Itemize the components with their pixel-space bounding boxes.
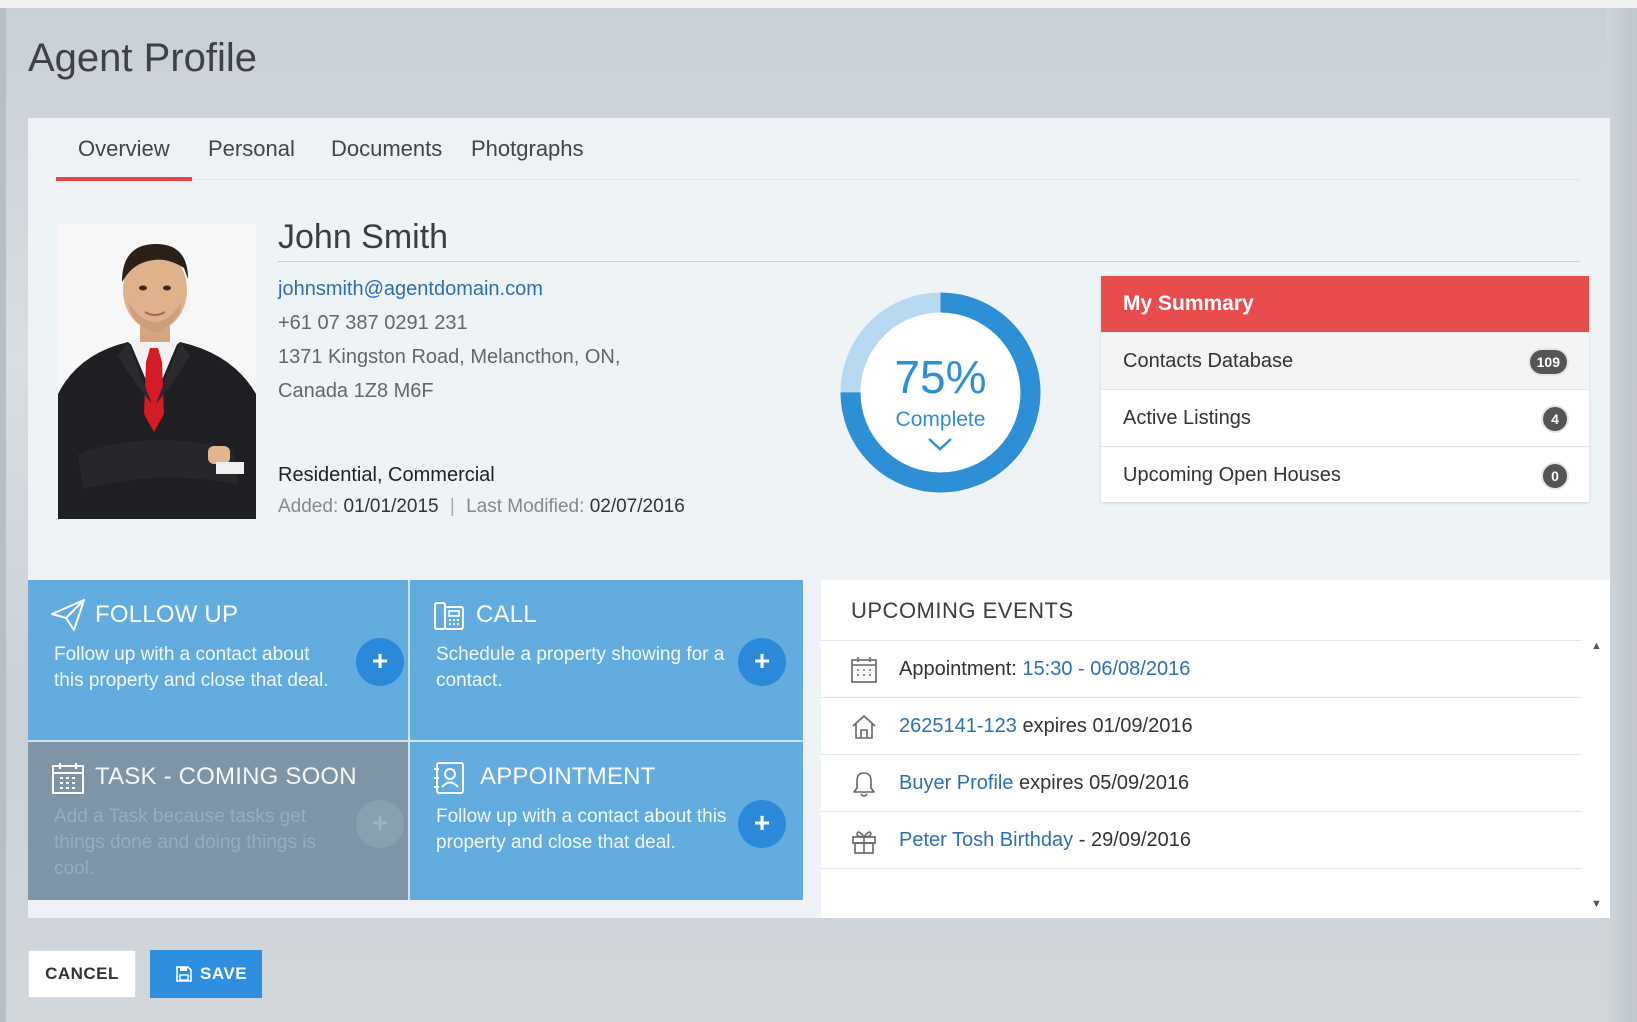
background-strip — [0, 0, 1637, 8]
summary-row-open-houses[interactable]: Upcoming Open Houses 0 — [1101, 446, 1589, 503]
count-badge: 0 — [1543, 464, 1567, 488]
agent-address-line2: Canada 1Z8 M6F — [278, 380, 434, 402]
add-call-button[interactable]: + — [738, 638, 786, 686]
contact-card-icon — [434, 762, 464, 794]
events-list: Appointment: 15:30 - 06/08/2016 2625141-… — [821, 640, 1581, 869]
task-tile: TASK - COMING SOON Add a Task because ta… — [28, 740, 423, 900]
floppy-disk-icon — [176, 966, 192, 982]
event-suffix: expires 01/09/2016 — [1016, 715, 1193, 737]
tab-documents[interactable]: Documents — [331, 132, 442, 180]
agent-address-line1: 1371 Kingston Road, Melancthon, ON, — [278, 346, 621, 368]
add-task-button-disabled: + — [356, 800, 404, 848]
phone-icon — [434, 602, 464, 630]
background-edge-right — [1607, 8, 1637, 1022]
count-badge: 109 — [1529, 350, 1567, 374]
event-link[interactable]: Peter Tosh Birthday — [899, 829, 1073, 851]
paper-plane-icon — [51, 599, 85, 631]
modified-value: 02/07/2016 — [589, 496, 685, 517]
add-follow-up-button[interactable]: + — [356, 638, 404, 686]
tab-bar: Overview Personal Documents Photgraphs — [56, 118, 1580, 181]
added-label: Added: — [278, 496, 339, 517]
completion-percent: 75% — [894, 351, 987, 403]
tile-title: APPOINTMENT — [480, 763, 656, 790]
calendar-icon — [851, 657, 877, 683]
background-edge-left — [0, 8, 6, 1022]
summary-row-label: Active Listings — [1123, 407, 1251, 429]
cancel-button[interactable]: CANCEL — [28, 950, 136, 998]
agent-photo — [58, 224, 256, 519]
profile-completion-ring[interactable]: 75% Complete — [838, 290, 1043, 495]
appointment-tile[interactable]: APPOINTMENT Follow up with a contact abo… — [408, 740, 803, 900]
modified-label: Last Modified: — [466, 496, 585, 517]
event-item: Peter Tosh Birthday - 29/09/2016 — [821, 812, 1581, 869]
page-title: Agent Profile — [28, 36, 258, 80]
follow-up-tile[interactable]: FOLLOW UP Follow up with a contact about… — [28, 580, 423, 740]
summary-row-active-listings[interactable]: Active Listings 4 — [1101, 389, 1589, 446]
add-appointment-button[interactable]: + — [738, 800, 786, 848]
tab-photographs[interactable]: Photgraphs — [471, 132, 584, 180]
scroll-down-arrow-icon[interactable]: ▼ — [1591, 898, 1602, 910]
count-badge: 4 — [1543, 407, 1567, 431]
tab-overview[interactable]: Overview — [56, 132, 192, 181]
tab-personal[interactable]: Personal — [208, 132, 295, 180]
date-separator: | — [449, 496, 455, 517]
call-tile[interactable]: CALL Schedule a property showing for a c… — [408, 580, 803, 740]
event-suffix: expires 05/09/2016 — [1013, 772, 1190, 794]
summary-row-label: Upcoming Open Houses — [1123, 464, 1341, 486]
events-scrollbar[interactable]: ▲ ▼ — [1588, 640, 1606, 910]
event-suffix: - 29/09/2016 — [1073, 829, 1192, 851]
gift-icon — [852, 831, 876, 854]
agent-name: John Smith — [278, 218, 1580, 262]
event-link[interactable]: 2625141-123 — [899, 715, 1017, 737]
completion-label: Complete — [895, 408, 986, 431]
bell-icon — [853, 772, 875, 797]
tile-description: Follow up with a contact about this prop… — [54, 644, 329, 691]
event-link[interactable]: 15:30 - 06/08/2016 — [1022, 658, 1190, 680]
added-value: 01/01/2015 — [343, 496, 439, 517]
tile-description: Schedule a property showing for a contac… — [436, 644, 725, 691]
tile-title: FOLLOW UP — [95, 601, 239, 628]
tile-description: Follow up with a contact about this prop… — [436, 806, 727, 853]
event-item: 2625141-123 expires 01/09/2016 — [821, 698, 1581, 755]
tile-description: Add a Task because tasks get things done… — [54, 806, 316, 879]
my-summary-card: My Summary Contacts Database 109 Active … — [1101, 276, 1589, 502]
tile-title: TASK - COMING SOON — [95, 763, 357, 790]
save-button[interactable]: SAVE — [150, 950, 262, 998]
agent-property-types: Residential, Commercial — [278, 464, 495, 486]
tile-title: CALL — [476, 601, 537, 628]
profile-panel: Overview Personal Documents Photgraphs J… — [28, 118, 1610, 918]
upcoming-events-panel: UPCOMING EVENTS Appointment: 15:30 - 06/… — [821, 580, 1610, 918]
chevron-down-icon — [928, 438, 952, 451]
event-link[interactable]: Buyer Profile — [899, 772, 1014, 794]
save-label: SAVE — [200, 964, 248, 983]
summary-title: My Summary — [1101, 276, 1589, 332]
calendar-icon — [52, 763, 84, 794]
event-item: Appointment: 15:30 - 06/08/2016 — [821, 641, 1581, 698]
summary-row-label: Contacts Database — [1123, 350, 1294, 372]
agent-email-link[interactable]: johnsmith@agentdomain.com — [278, 278, 543, 301]
event-item: Buyer Profile expires 05/09/2016 — [821, 755, 1581, 812]
agent-phone: +61 07 387 0291 231 — [278, 312, 468, 334]
house-icon — [852, 715, 876, 739]
scroll-up-arrow-icon[interactable]: ▲ — [1591, 640, 1602, 652]
agent-dates: Added: 01/01/2015 | Last Modified: 02/07… — [278, 496, 685, 518]
events-title: UPCOMING EVENTS — [851, 598, 1074, 623]
event-prefix: Appointment: — [899, 658, 1023, 680]
summary-row-contacts[interactable]: Contacts Database 109 — [1101, 332, 1589, 389]
